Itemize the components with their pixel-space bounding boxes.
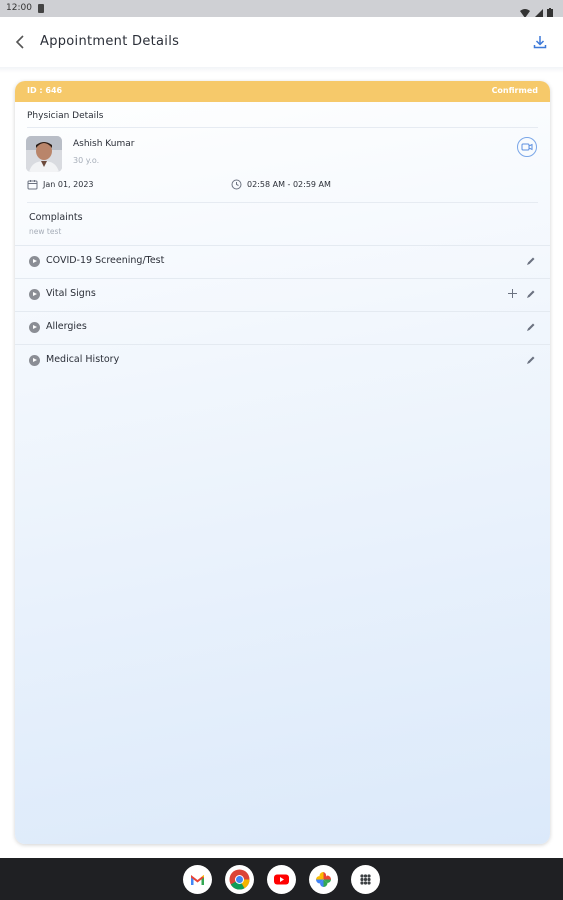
section-vital-signs[interactable]: Vital Signs — [15, 278, 550, 311]
app-dock — [0, 858, 563, 900]
appointment-status-bar: ID : 646 Confirmed — [15, 81, 550, 102]
video-camera-icon — [521, 143, 533, 151]
section-allergies[interactable]: Allergies — [15, 311, 550, 344]
section-label: Medical History — [46, 354, 120, 365]
expand-arrow-icon — [29, 256, 40, 267]
gmail-icon — [191, 875, 204, 885]
youtube-icon — [274, 874, 289, 885]
download-icon — [533, 36, 547, 49]
app-header: Appointment Details — [0, 17, 563, 67]
divider — [27, 127, 538, 128]
complaints-label: Complaints — [29, 212, 83, 223]
app-drawer-icon — [360, 874, 371, 885]
chrome-app[interactable] — [225, 865, 254, 894]
physician-details-title: Physician Details — [27, 111, 104, 121]
calendar-icon — [27, 180, 38, 190]
complaints-text: new test — [29, 227, 62, 236]
download-button[interactable] — [531, 33, 549, 51]
chrome-icon — [229, 869, 250, 890]
edit-icon[interactable] — [526, 322, 536, 332]
divider — [15, 245, 550, 246]
photos-icon — [316, 872, 331, 887]
header-divider — [0, 67, 563, 73]
appointment-id: ID : 646 — [27, 86, 63, 95]
back-button[interactable] — [10, 31, 32, 53]
expand-arrow-icon — [29, 355, 40, 366]
expand-arrow-icon — [29, 322, 40, 333]
appointment-date: Jan 01, 2023 — [43, 180, 94, 189]
divider — [15, 344, 550, 345]
edit-icon[interactable] — [526, 355, 536, 365]
appointment-time: 02:58 AM - 02:59 AM — [247, 180, 331, 189]
app-drawer[interactable] — [351, 865, 380, 894]
divider — [15, 278, 550, 279]
physician-age: 30 y.o. — [73, 156, 100, 165]
expand-arrow-icon — [29, 289, 40, 300]
section-label: Vital Signs — [46, 288, 96, 299]
section-label: COVID-19 Screening/Test — [46, 255, 165, 266]
status-badge: Confirmed — [491, 86, 538, 95]
photos-app[interactable] — [309, 865, 338, 894]
divider — [27, 202, 538, 203]
status-time: 12:00 — [6, 3, 32, 13]
section-medical-history[interactable]: Medical History — [15, 344, 550, 377]
status-bar: 12:00 — [0, 0, 563, 18]
sim-icon — [38, 4, 44, 13]
divider — [15, 311, 550, 312]
section-label: Allergies — [46, 321, 87, 332]
section-covid-screening[interactable]: COVID-19 Screening/Test — [15, 245, 550, 278]
video-call-button[interactable] — [517, 137, 537, 157]
gmail-app[interactable] — [183, 865, 212, 894]
physician-name: Ashish Kumar — [73, 139, 135, 149]
clock-icon — [231, 179, 242, 190]
youtube-app[interactable] — [267, 865, 296, 894]
page-title: Appointment Details — [40, 34, 180, 49]
appointment-card: ID : 646 Confirmed Physician Details Ash… — [15, 81, 550, 844]
avatar — [26, 136, 62, 172]
back-arrow-icon — [15, 35, 24, 49]
edit-icon[interactable] — [526, 289, 536, 299]
add-icon[interactable] — [507, 288, 518, 299]
edit-icon[interactable] — [526, 256, 536, 266]
